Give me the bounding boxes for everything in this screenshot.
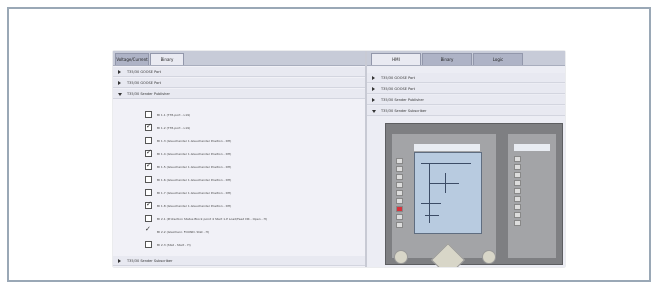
tree-row-label: T35/30 GOOSE Port [127, 70, 162, 74]
device-hmi-image [385, 123, 563, 267]
tree-row-label: T35/30 Sender Subscriber [381, 109, 427, 113]
tree-row-label: T35/30 GOOSE Port [127, 81, 162, 85]
tree-row-label: T35/30 Sender Publisher [381, 98, 424, 102]
navigation-keypad[interactable] [431, 243, 465, 267]
tab-binary[interactable]: Binary [150, 53, 184, 65]
led-indicator-red [396, 206, 403, 212]
checkbox[interactable] [145, 122, 152, 131]
checkbox-label: BI 2.3 (Stat - Start - H) [157, 243, 191, 247]
led-indicator [514, 172, 521, 178]
checkbox-label: BI 1.6 (Gleuchander 1.Gleuchander Positi… [157, 178, 232, 182]
led-indicator [514, 196, 521, 202]
checkbox[interactable] [145, 137, 152, 144]
expand-arrow-icon[interactable] [372, 98, 375, 102]
led-indicator [514, 180, 521, 186]
application-screenshot: Voltage/Current Binary T35/30 GOOSE Port… [113, 51, 565, 267]
tab-binary[interactable]: Binary [422, 53, 472, 65]
checkbox-label: BI 2.1 (Protection Status Block point 4 … [157, 217, 268, 221]
checkbox[interactable] [145, 189, 152, 196]
checkbox-label: BI 1.2 (T35.port - L19) [157, 126, 191, 130]
expand-arrow-icon[interactable] [118, 70, 121, 74]
expand-arrow-icon[interactable] [118, 81, 121, 85]
checkbox-label: BI 1.1 (T35.port - L19) [157, 113, 191, 117]
display-header [414, 144, 480, 151]
led-indicator [396, 190, 403, 196]
led-indicator [396, 158, 403, 164]
expand-arrow-icon[interactable] [372, 76, 375, 80]
device-side-panel [508, 134, 556, 258]
tab-hmi[interactable]: HMI [371, 53, 421, 65]
checkbox-label: BI 2.2 (Gleichenr. FOUND. Stat - H) [157, 230, 210, 234]
tree-row-label: T35/30 Sender Publisher [127, 92, 170, 96]
led-indicator [396, 222, 403, 228]
led-indicator [514, 156, 521, 162]
led-indicator [396, 198, 403, 204]
checkbox-label: BI 1.4 (Gleuchander 1.Gleuchander Positi… [157, 152, 232, 156]
checkbox[interactable] [145, 215, 152, 222]
tree-row-label: T35/30 GOOSE Port [381, 76, 416, 80]
device-key-button[interactable] [482, 250, 496, 264]
checkbox-label: BI 1.7 (Gleuchander 1.Gleuchander Positi… [157, 191, 232, 195]
tree-row[interactable]: T35/30 Sender Publisher [367, 95, 565, 105]
tree-row[interactable]: T35/30 GOOSE Port [113, 78, 365, 88]
led-indicator [514, 188, 521, 194]
tab-logic[interactable]: Logic [473, 53, 523, 65]
led-indicator [514, 220, 521, 226]
led-indicator [396, 214, 403, 220]
led-indicator [514, 212, 521, 218]
tree-row[interactable]: T35/30 Sender Publisher [113, 89, 365, 99]
checkbox[interactable] [145, 241, 152, 248]
tab-voltage-current[interactable]: Voltage/Current [115, 53, 149, 65]
checkbox[interactable] [145, 176, 152, 183]
tree-row-label: T35/30 Sender Subscriber [127, 259, 173, 263]
side-panel-header [514, 144, 550, 151]
expand-arrow-icon[interactable] [372, 87, 375, 91]
tree-row[interactable]: T35/30 Sender Subscriber [367, 106, 565, 116]
right-tab-bar: HMI Binary Logic [367, 51, 565, 66]
led-indicator [514, 204, 521, 210]
led-indicator [396, 182, 403, 188]
left-pane: Voltage/Current Binary T35/30 GOOSE Port… [113, 51, 365, 267]
checkbox[interactable] [145, 148, 152, 157]
checkbox[interactable] [145, 225, 152, 235]
tree-row[interactable]: T35/30 GOOSE Port [367, 73, 565, 83]
tree-row[interactable]: T35/30 GOOSE Port [113, 67, 365, 77]
figure-frame: Voltage/Current Binary T35/30 GOOSE Port… [7, 7, 651, 282]
checkbox[interactable] [145, 200, 152, 209]
led-indicator [396, 174, 403, 180]
expand-arrow-icon[interactable] [118, 259, 121, 263]
checkbox-label: BI 1.5 (Gleuchander 1.Gleuchander Positi… [157, 165, 232, 169]
device-display [414, 152, 482, 234]
collapse-arrow-icon[interactable] [118, 93, 122, 96]
checkbox[interactable] [145, 161, 152, 170]
checkbox-label: BI 1.3 (Gleuchander 1.Gleuchander Positi… [157, 139, 232, 143]
device-front-panel [392, 134, 496, 267]
collapse-arrow-icon[interactable] [372, 110, 376, 113]
right-pane: HMI Binary Logic T35/30 GOOSE Port T35/3… [367, 51, 565, 267]
left-tab-bar: Voltage/Current Binary [113, 51, 365, 66]
tree-row-label: T35/30 GOOSE Port [381, 87, 416, 91]
led-indicator [396, 166, 403, 172]
checkbox[interactable] [145, 111, 152, 118]
device-key-button[interactable] [394, 250, 408, 264]
tree-row[interactable]: T35/30 Sender Subscriber [113, 256, 365, 266]
led-indicator [514, 164, 521, 170]
tree-row[interactable]: T35/30 GOOSE Port [367, 84, 565, 94]
checkbox-label: BI 1.8 (Gleuchander 1.Gleuchander Positi… [157, 204, 232, 208]
